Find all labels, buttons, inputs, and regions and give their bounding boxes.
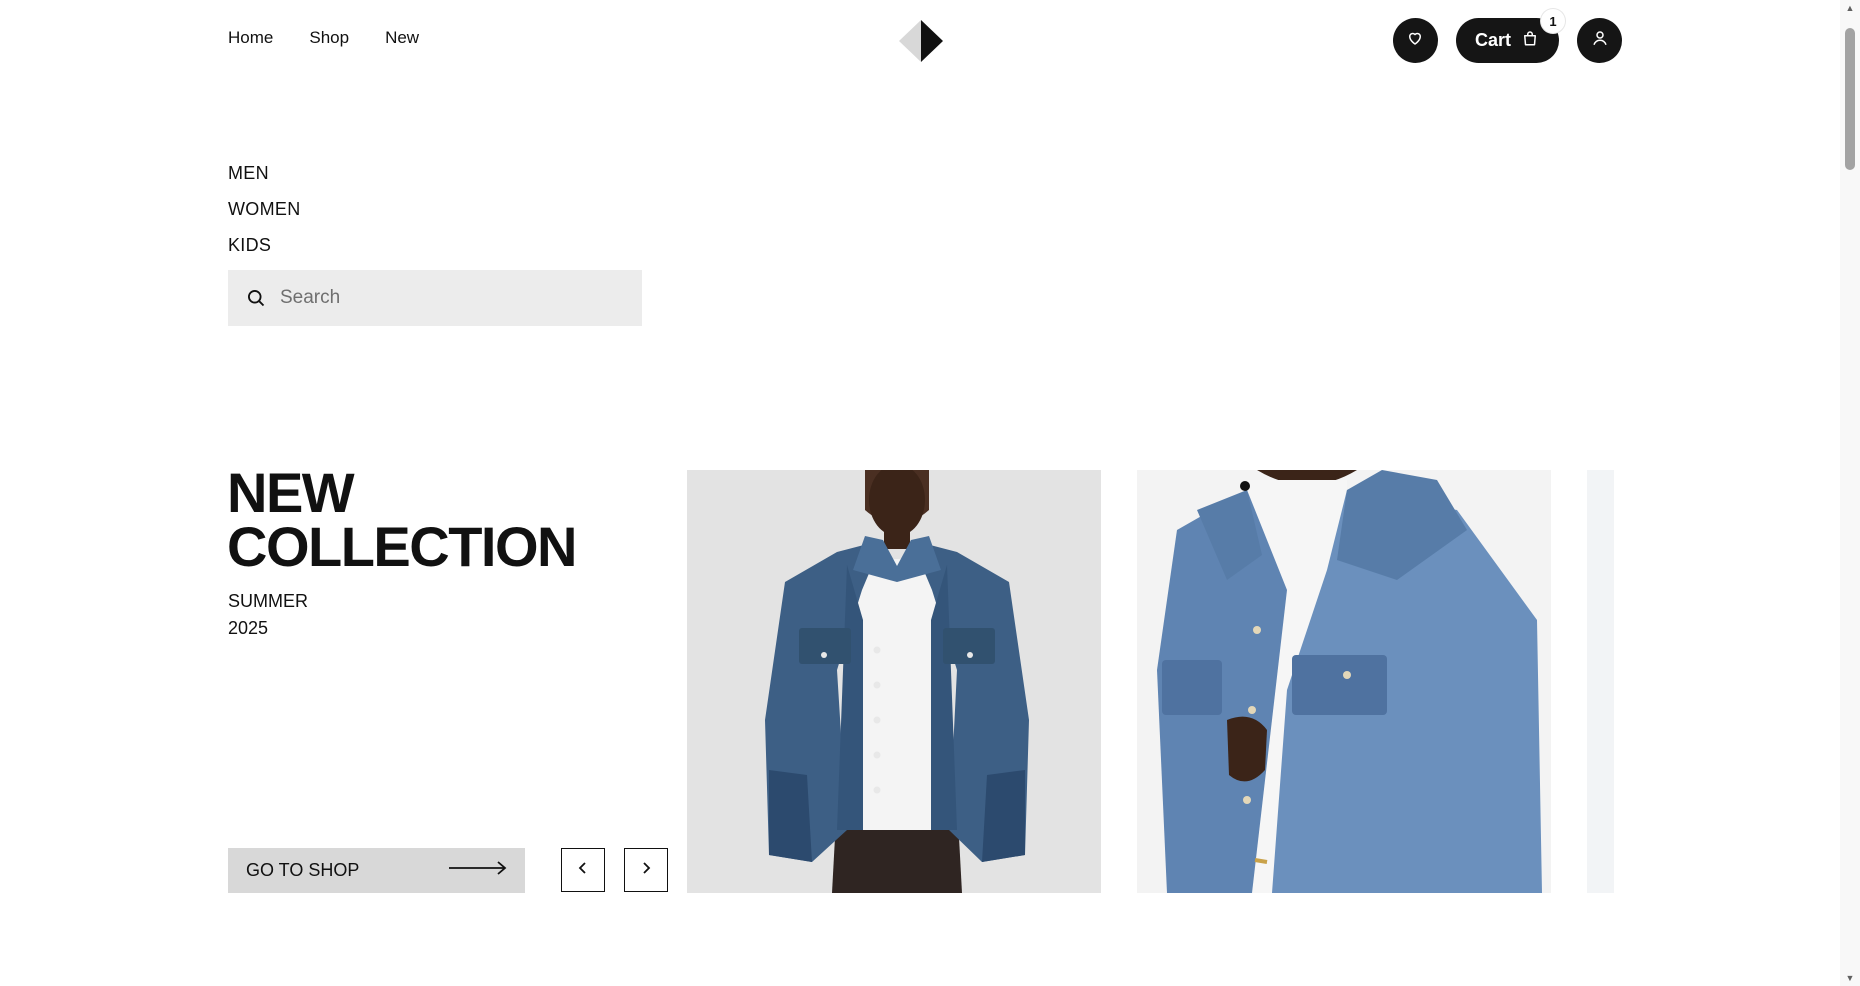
go-to-shop-button[interactable]: GO TO SHOP [228,848,525,893]
main-nav: Home Shop New [228,28,419,48]
search-input[interactable] [278,286,622,310]
carousel-next-button[interactable] [624,848,668,892]
product-slide-3[interactable] [1587,470,1614,893]
scroll-down-icon[interactable]: ▼ [1844,972,1856,984]
header-actions: Cart 1 [1392,9,1622,63]
chevron-left-icon [578,861,588,880]
chevron-right-icon [641,861,651,880]
hero-subtitle-year: 2025 [228,618,269,638]
category-men[interactable]: MEN [228,155,301,191]
hero-subtitle: SUMMER 2025 [228,588,308,642]
product-slide-1[interactable] [687,470,1101,893]
hero-title-line-1: NEW [227,461,355,524]
user-icon [1591,29,1609,52]
nav-link-home[interactable]: Home [228,28,273,48]
cart-count-badge: 1 [1541,9,1565,33]
go-to-shop-label: GO TO SHOP [246,860,360,880]
page-scrollbar[interactable]: ▲ ▼ [1840,0,1860,986]
arrow-right-icon [449,861,507,880]
carousel-prev-button[interactable] [561,848,605,892]
diamond-logo-icon[interactable] [899,20,943,62]
scroll-up-icon[interactable]: ▲ [1844,2,1856,14]
hero-subtitle-season: SUMMER [228,591,308,611]
account-button[interactable] [1577,18,1622,63]
wishlist-button[interactable] [1392,18,1438,63]
hero-title-line-2: COLLECTION [227,515,577,578]
search-icon [246,287,268,309]
search-bar[interactable] [228,270,642,326]
product-image-dark-denim-jacket [687,470,1101,893]
cart-label: Cart [1474,30,1511,50]
category-kids[interactable]: KIDS [228,227,301,263]
nav-link-new[interactable]: New [385,28,419,48]
category-list: MEN WOMEN KIDS [228,155,301,263]
category-women[interactable]: WOMEN [228,191,301,227]
shopping-bag-icon [1521,29,1539,52]
cart-button[interactable]: Cart 1 [1455,9,1565,63]
hero-title: NEW COLLECTION [227,461,577,578]
scrollbar-thumb[interactable] [1845,28,1855,170]
product-slide-2[interactable] [1137,470,1551,893]
heart-icon [1406,29,1424,52]
nav-link-shop[interactable]: Shop [309,28,349,48]
product-image-light-denim-jacket [1137,470,1551,893]
